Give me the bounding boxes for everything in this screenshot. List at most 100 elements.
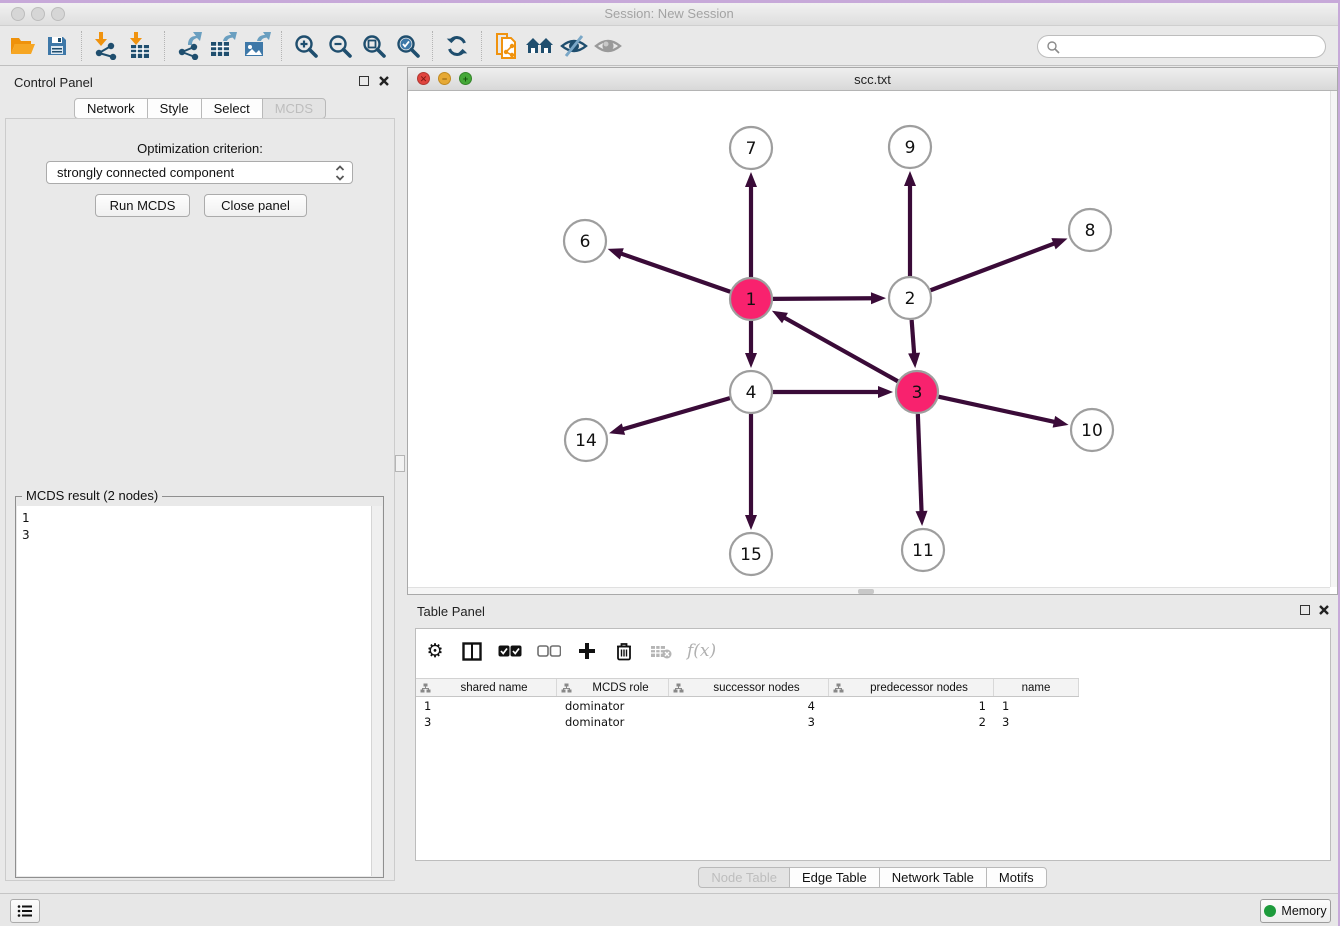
table-header-row: shared nameMCDS rolesuccessor nodesprede…: [416, 678, 1079, 697]
search-input[interactable]: [1037, 35, 1326, 58]
network-view-title: scc.txt: [408, 72, 1337, 87]
column-header-successor-nodes[interactable]: successor nodes: [669, 679, 829, 696]
add-column-icon[interactable]: [576, 639, 598, 663]
select-all-icon[interactable]: [498, 639, 522, 663]
graph-node-4[interactable]: 4: [730, 371, 772, 413]
graph-edge-1-6[interactable]: [620, 253, 730, 292]
home-icon[interactable]: [523, 29, 557, 63]
panel-splitter-handle[interactable]: [395, 455, 405, 472]
delete-column-icon[interactable]: [613, 639, 635, 663]
optimization-dropdown[interactable]: strongly connected component: [46, 161, 353, 184]
graph-node-8[interactable]: 8: [1069, 209, 1111, 251]
table-panel-title: Table Panel: [417, 604, 485, 619]
graph-node-7[interactable]: 7: [730, 127, 772, 169]
table-options-icon[interactable]: ⚙: [424, 639, 446, 663]
refresh-layout-icon[interactable]: [440, 29, 474, 63]
main-toolbar: [0, 26, 1338, 66]
network-vertical-scrollbar[interactable]: [1330, 91, 1337, 587]
table-cell: 3: [416, 714, 557, 730]
arrowhead-icon: [1051, 238, 1067, 249]
deselect-all-icon[interactable]: [537, 639, 561, 663]
memory-button[interactable]: Memory: [1260, 899, 1331, 923]
chevron-up-down-icon: [335, 164, 345, 182]
network-canvas[interactable]: 7 9 6 8 1 2 4 3 14 10 15 11: [408, 91, 1331, 587]
column-header-shared-name[interactable]: shared name: [416, 679, 557, 696]
graph-edge-4-14[interactable]: [622, 398, 730, 430]
close-panel-button[interactable]: Close panel: [204, 194, 307, 217]
tab-edge-table[interactable]: Edge Table: [789, 867, 880, 888]
graph-edge-3-10[interactable]: [938, 397, 1055, 422]
graph-node-15[interactable]: 15: [730, 533, 772, 575]
table-row[interactable]: 1dominator411: [416, 698, 1079, 714]
arrowhead-icon: [745, 353, 757, 368]
tab-network[interactable]: Network: [74, 98, 148, 119]
graph-edge-2-8[interactable]: [931, 243, 1056, 290]
run-mcds-button[interactable]: Run MCDS: [95, 194, 190, 217]
graph-edge-3-11[interactable]: [918, 414, 922, 513]
import-table-icon[interactable]: [123, 29, 157, 63]
graph-node-10[interactable]: 10: [1071, 409, 1113, 451]
arrowhead-icon: [908, 353, 920, 368]
svg-text:8: 8: [1085, 221, 1096, 241]
float-table-panel-icon[interactable]: [1300, 605, 1310, 615]
delete-table-icon[interactable]: [650, 639, 672, 663]
save-session-icon[interactable]: [40, 29, 74, 63]
export-network-icon[interactable]: [172, 29, 206, 63]
app-title: Session: New Session: [0, 6, 1338, 21]
scrollbar-thumb[interactable]: [858, 589, 874, 594]
task-history-button[interactable]: [10, 899, 40, 923]
memory-label: Memory: [1281, 904, 1326, 918]
import-network-icon[interactable]: [89, 29, 123, 63]
arrowhead-icon: [609, 423, 625, 435]
search-icon: [1046, 40, 1060, 54]
zoom-in-icon[interactable]: [289, 29, 323, 63]
graph-node-14[interactable]: 14: [565, 419, 607, 461]
graph-node-3[interactable]: 3: [896, 371, 938, 413]
network-graph: 7 9 6 8 1 2 4 3 14 10 15 11: [408, 91, 1331, 587]
column-pane-icon[interactable]: [461, 639, 483, 663]
hide-details-icon[interactable]: [557, 29, 591, 63]
close-panel-icon[interactable]: [378, 75, 390, 87]
column-header-MCDS-role[interactable]: MCDS role: [557, 679, 669, 696]
open-file-icon[interactable]: [6, 29, 40, 63]
tab-select[interactable]: Select: [201, 98, 263, 119]
graph-edge-2-3[interactable]: [912, 320, 915, 355]
app-titlebar: Session: New Session: [0, 3, 1338, 26]
zoom-out-icon[interactable]: [323, 29, 357, 63]
close-table-panel-icon[interactable]: [1318, 604, 1330, 616]
list-icon: [17, 904, 33, 918]
network-horizontal-scrollbar[interactable]: [408, 587, 1330, 594]
graph-node-2[interactable]: 2: [889, 277, 931, 319]
graph-edge-1-2[interactable]: [773, 298, 873, 299]
arrowhead-icon: [745, 172, 757, 187]
graph-node-6[interactable]: 6: [564, 220, 606, 262]
function-builder-icon[interactable]: f(x): [687, 639, 716, 663]
toolbar-separator: [432, 31, 433, 61]
mcds-result-area[interactable]: 1 3: [17, 506, 382, 876]
svg-text:3: 3: [912, 383, 923, 403]
graph-node-1[interactable]: 1: [730, 278, 772, 320]
arrowhead-icon: [608, 248, 624, 259]
graph-node-11[interactable]: 11: [902, 529, 944, 571]
zoom-selected-icon[interactable]: [391, 29, 425, 63]
column-header-predecessor-nodes[interactable]: predecessor nodes: [829, 679, 994, 696]
result-scrollbar[interactable]: [371, 506, 382, 876]
birds-eye-icon[interactable]: [591, 29, 625, 63]
column-header-name[interactable]: name: [994, 679, 1079, 696]
export-table-icon[interactable]: [206, 29, 240, 63]
tab-mcds[interactable]: MCDS: [262, 98, 326, 119]
tab-network-table[interactable]: Network Table: [879, 867, 987, 888]
memory-status-icon: [1264, 905, 1276, 917]
svg-text:2: 2: [905, 289, 916, 309]
tab-node-table[interactable]: Node Table: [698, 867, 790, 888]
graph-node-9[interactable]: 9: [889, 126, 931, 168]
clone-network-icon[interactable]: [489, 29, 523, 63]
graph-edge-3-1[interactable]: [783, 317, 898, 381]
svg-text:10: 10: [1081, 421, 1103, 441]
export-image-icon[interactable]: [240, 29, 274, 63]
tab-style[interactable]: Style: [147, 98, 202, 119]
float-panel-icon[interactable]: [359, 76, 369, 86]
table-row[interactable]: 3dominator323: [416, 714, 1079, 730]
tab-motifs[interactable]: Motifs: [986, 867, 1047, 888]
zoom-fit-icon[interactable]: [357, 29, 391, 63]
